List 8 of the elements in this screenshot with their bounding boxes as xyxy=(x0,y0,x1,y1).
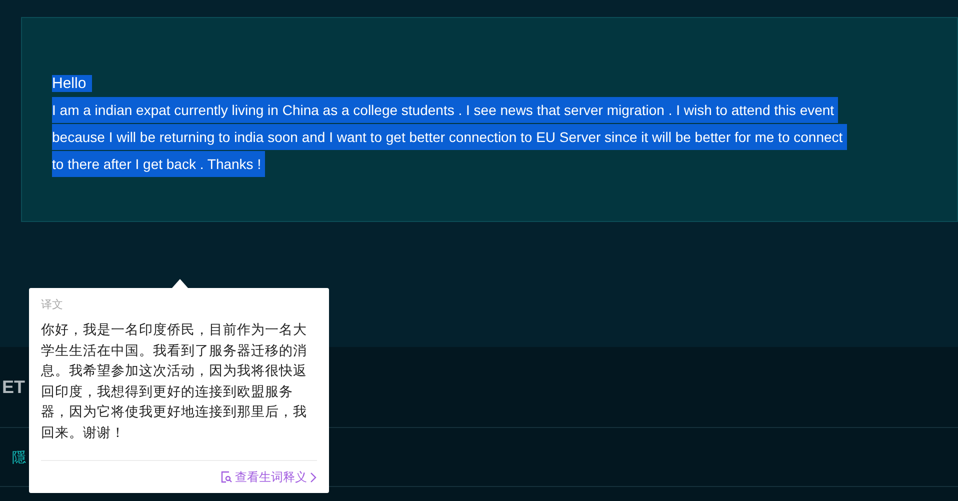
chevron-right-icon xyxy=(310,472,317,482)
vocabulary-link[interactable]: 查看生词释义 xyxy=(220,468,317,486)
section-heading: ET xyxy=(2,376,26,398)
tab-link[interactable]: 隱 xyxy=(12,446,26,468)
popup-label: 译文 xyxy=(41,298,64,312)
translation-text: 你好，我是一名印度侨民，目前作为一名大学生生活在中国。我看到了服务器迁移的消息。我希望参加这次活动，因为我将很快返回印度，我想得到更好的连接到欧盟服务器，因为它将使我更好地连接到那里后，我回来。谢谢！ xyxy=(41,321,308,442)
greeting-text: Hello xyxy=(52,75,92,92)
search-icon xyxy=(220,471,232,483)
